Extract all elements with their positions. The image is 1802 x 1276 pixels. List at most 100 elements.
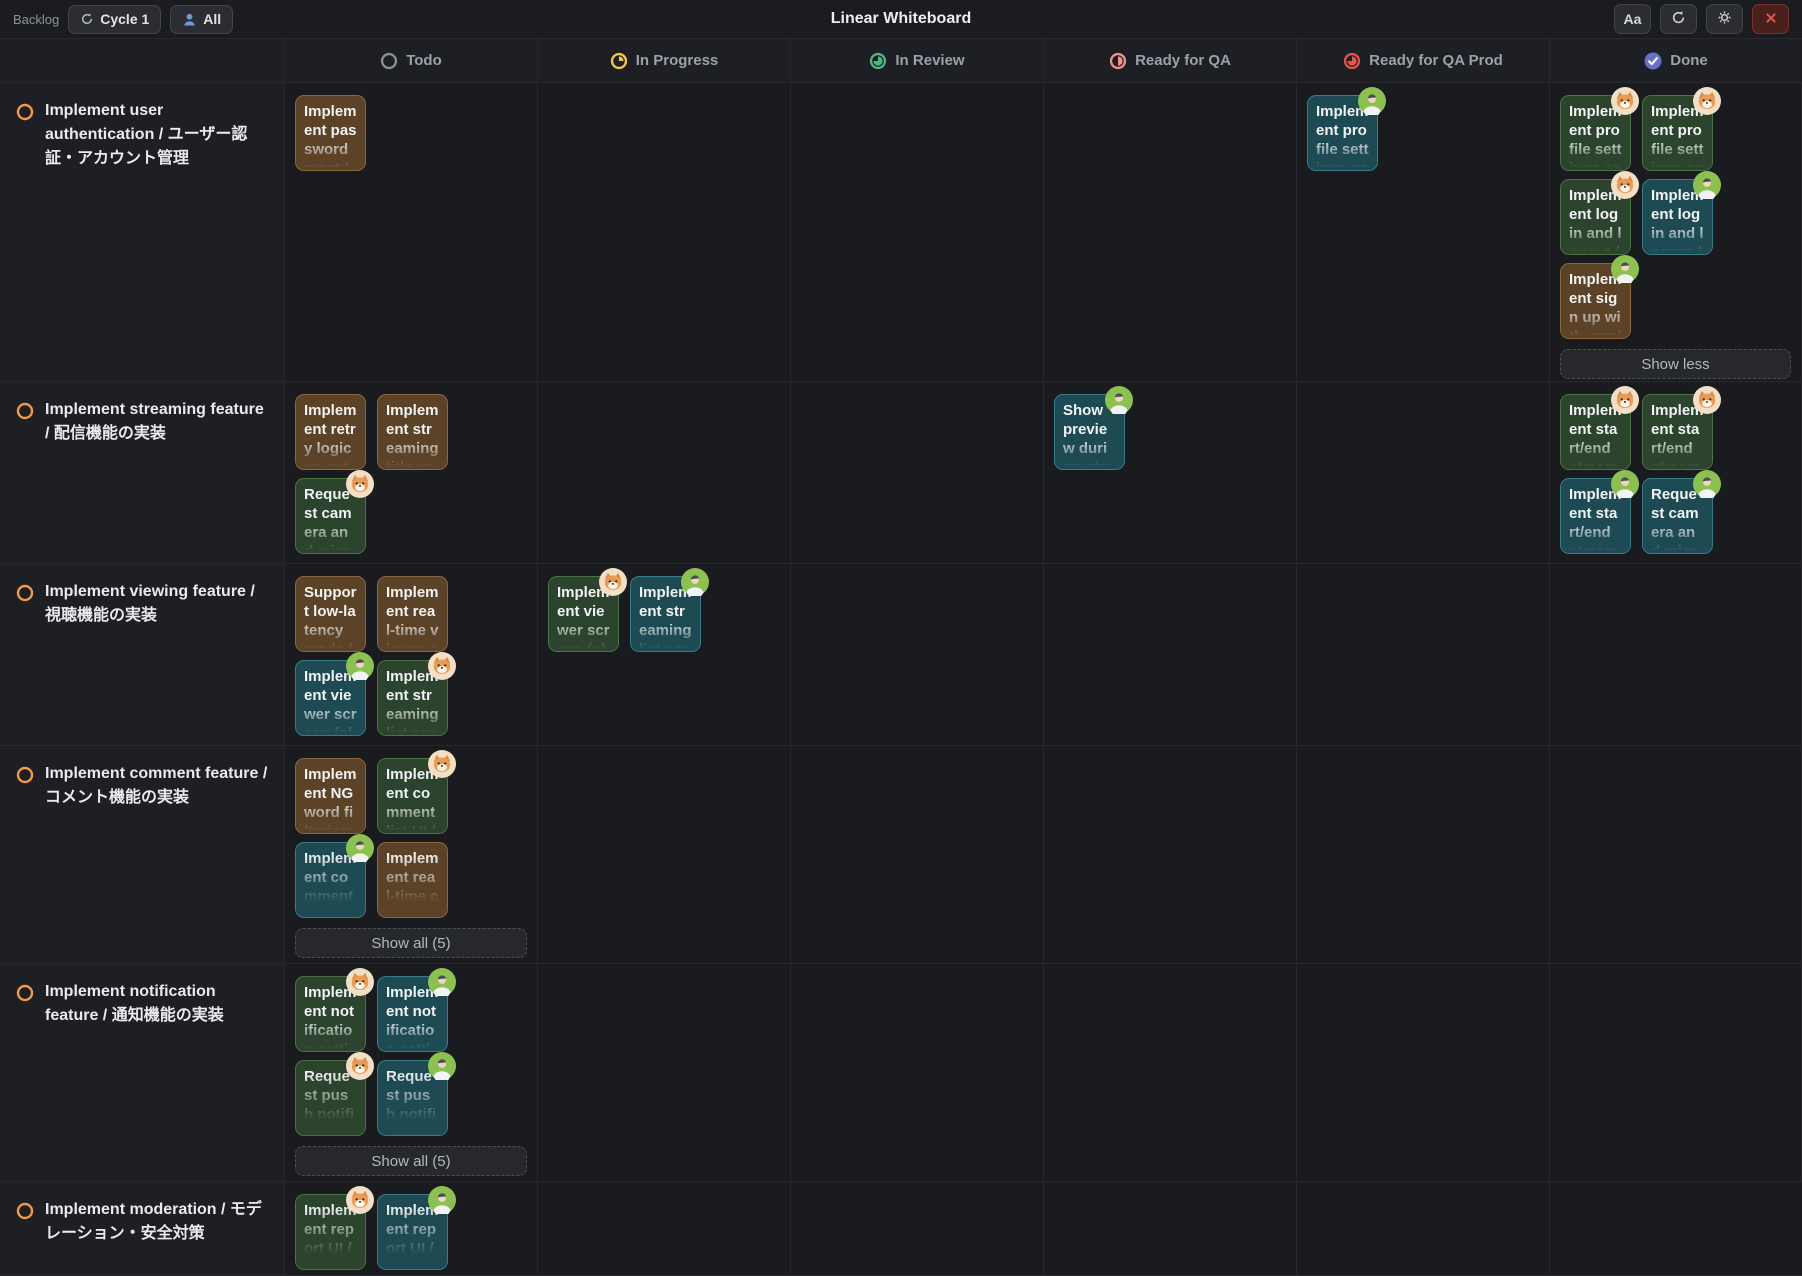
task-card-title: Implement NG word filtering / NG: [296, 759, 365, 833]
fox-avatar: [1611, 87, 1639, 115]
page-title: Linear Whiteboard: [0, 10, 1802, 28]
column-header-label: Ready for QA Prod: [1369, 52, 1503, 69]
row-label-text: Implement streaming feature / 配信機能の実装: [45, 398, 270, 446]
task-card[interactable]: Implement real-time viewer count: [377, 576, 448, 652]
column-header-todo: Todo: [285, 38, 538, 83]
task-card[interactable]: Request push notification permission: [377, 1060, 448, 1136]
cycle-icon: [80, 12, 94, 26]
task-card[interactable]: Implement profile settings screen / プロ: [1642, 95, 1713, 171]
row-label-text: Implement moderation / モデレーション・安全対策: [45, 1198, 270, 1246]
assignee-filter-button[interactable]: All: [170, 5, 233, 34]
person-avatar: [428, 1052, 456, 1080]
row-label-text: Implement notification feature / 通知機能の実装: [45, 980, 270, 1028]
close-button[interactable]: [1752, 4, 1789, 34]
board-cell-ready_qa: [1044, 1182, 1297, 1276]
row-label-5: Implement notification feature / 通知機能の実装: [0, 964, 285, 1182]
assignee-filter-label: All: [203, 11, 221, 27]
task-card[interactable]: Implement viewer screen (player): [295, 660, 366, 736]
task-card[interactable]: Implement login and logout / ログイン: [1642, 179, 1713, 255]
card-group: Implement profile settings screen / プロIm…: [1560, 95, 1720, 339]
column-header-label: In Review: [895, 52, 964, 69]
task-card[interactable]: Implement login and logout / ログイン: [1560, 179, 1631, 255]
board-cell-ready_qa: Show preview during streaming / 配信: [1044, 382, 1297, 564]
card-group: Implement viewer screen (player)Implemen…: [548, 576, 708, 652]
board-cell-done: [1550, 1182, 1802, 1276]
task-card[interactable]: Implement password reset / パスワード再設定: [295, 95, 366, 171]
card-group: Implement password reset / パスワード再設定: [295, 95, 455, 171]
task-card[interactable]: Implement viewer screen (player): [548, 576, 619, 652]
fox-avatar: [346, 470, 374, 498]
project-ring-icon: [15, 99, 35, 127]
task-card[interactable]: Show preview during streaming / 配信: [1054, 394, 1125, 470]
board-cell-in_review: [791, 746, 1044, 964]
board-cell-done: Implement start/end streaming flowImplem…: [1550, 382, 1802, 564]
task-card[interactable]: Request camera and microphone permission: [295, 478, 366, 554]
refresh-button[interactable]: [1660, 4, 1697, 34]
row-label-text: Implement viewing feature / 視聴機能の実装: [45, 580, 270, 628]
board-cell-ready_qa: [1044, 83, 1297, 382]
cycle-filter-button[interactable]: Cycle 1: [68, 5, 161, 34]
task-card[interactable]: Implement real-time comment sync: [377, 842, 448, 918]
task-card[interactable]: Request camera and microphone permission: [1642, 478, 1713, 554]
column-header-in_review: In Review: [791, 38, 1044, 83]
board-cell-in_review: [791, 83, 1044, 382]
show-all-button[interactable]: Show all (5): [295, 928, 527, 958]
board-cell-todo: Implement report UI / 通報UIの実装Implement r…: [285, 1182, 538, 1276]
task-card[interactable]: Implement comment list UI / コメント: [377, 758, 448, 834]
user-icon: [182, 12, 197, 27]
column-header-ready_qa_prod: Ready for QA Prod: [1297, 38, 1550, 83]
project-ring-icon: [15, 980, 35, 1008]
person-avatar: [1693, 470, 1721, 498]
column-header-label: Todo: [406, 52, 442, 69]
task-card[interactable]: Implement notification settings scr: [377, 976, 448, 1052]
task-card[interactable]: Implement notification settings scr: [295, 976, 366, 1052]
board-cell-todo: Implement password reset / パスワード再設定: [285, 83, 538, 382]
font-size-button[interactable]: Aa: [1614, 4, 1651, 34]
fox-avatar: [1611, 386, 1639, 414]
column-header-label: Done: [1670, 52, 1708, 69]
task-card[interactable]: Implement streaming list screen: [630, 576, 701, 652]
board-cell-ready_qa_prod: Implement profile settings screen / プロフィ…: [1297, 83, 1550, 382]
board-cell-todo: Implement retry logic on network errorIm…: [285, 382, 538, 564]
task-card[interactable]: Implement NG word filtering / NG: [295, 758, 366, 834]
card-group: Implement notification settings scrImple…: [295, 976, 455, 1136]
task-card[interactable]: Implement sign up with email and passwor…: [1560, 263, 1631, 339]
person-avatar: [346, 834, 374, 862]
board-cell-done: [1550, 746, 1802, 964]
task-card[interactable]: Support low-latency mode / 低遅延: [295, 576, 366, 652]
board-cell-done: [1550, 564, 1802, 746]
project-ring-icon: [15, 1198, 35, 1226]
row-label-text: Implement comment feature / コメント機能の実装: [45, 762, 270, 810]
task-card[interactable]: Implement streaming title and thumbnail: [377, 394, 448, 470]
row-label-text: Implement user authentication / ユーザー認証・ア…: [45, 99, 270, 171]
row-label-1: Implement user authentication / ユーザー認証・ア…: [0, 83, 285, 382]
show-all-button[interactable]: Show all (5): [295, 1146, 527, 1176]
person-avatar: [1105, 386, 1133, 414]
person-avatar: [681, 568, 709, 596]
task-card[interactable]: Request push notification permission: [295, 1060, 366, 1136]
board-cell-ready_qa_prod: [1297, 964, 1550, 1182]
board-cell-ready_qa: [1044, 746, 1297, 964]
close-icon: [1764, 11, 1778, 28]
settings-button[interactable]: [1706, 4, 1743, 34]
task-card[interactable]: Implement report UI / 通報UIの実装: [377, 1194, 448, 1270]
column-header-ready_qa: Ready for QA: [1044, 38, 1297, 83]
task-card[interactable]: Implement retry logic on network error: [295, 394, 366, 470]
card-group: Support low-latency mode / 低遅延Implement …: [295, 576, 455, 736]
task-card[interactable]: Implement profile settings screen / プロ: [1560, 95, 1631, 171]
task-card[interactable]: Implement comment list UI / コメント: [295, 842, 366, 918]
person-avatar: [1693, 171, 1721, 199]
task-card[interactable]: Implement streaming list screen: [377, 660, 448, 736]
fox-avatar: [599, 568, 627, 596]
column-header-done: Done: [1550, 38, 1802, 83]
backlog-label: Backlog: [13, 12, 59, 27]
gear-icon: [1717, 10, 1732, 28]
person-avatar: [1358, 87, 1386, 115]
person-avatar: [1611, 255, 1639, 283]
show-less-button[interactable]: Show less: [1560, 349, 1791, 379]
task-card[interactable]: Implement report UI / 通報UIの実装: [295, 1194, 366, 1270]
task-card[interactable]: Implement start/end streaming flow: [1642, 394, 1713, 470]
task-card[interactable]: Implement start/end streaming flow: [1560, 478, 1631, 554]
task-card[interactable]: Implement profile settings screen / プロフィ…: [1307, 95, 1378, 171]
task-card[interactable]: Implement start/end streaming flow: [1560, 394, 1631, 470]
